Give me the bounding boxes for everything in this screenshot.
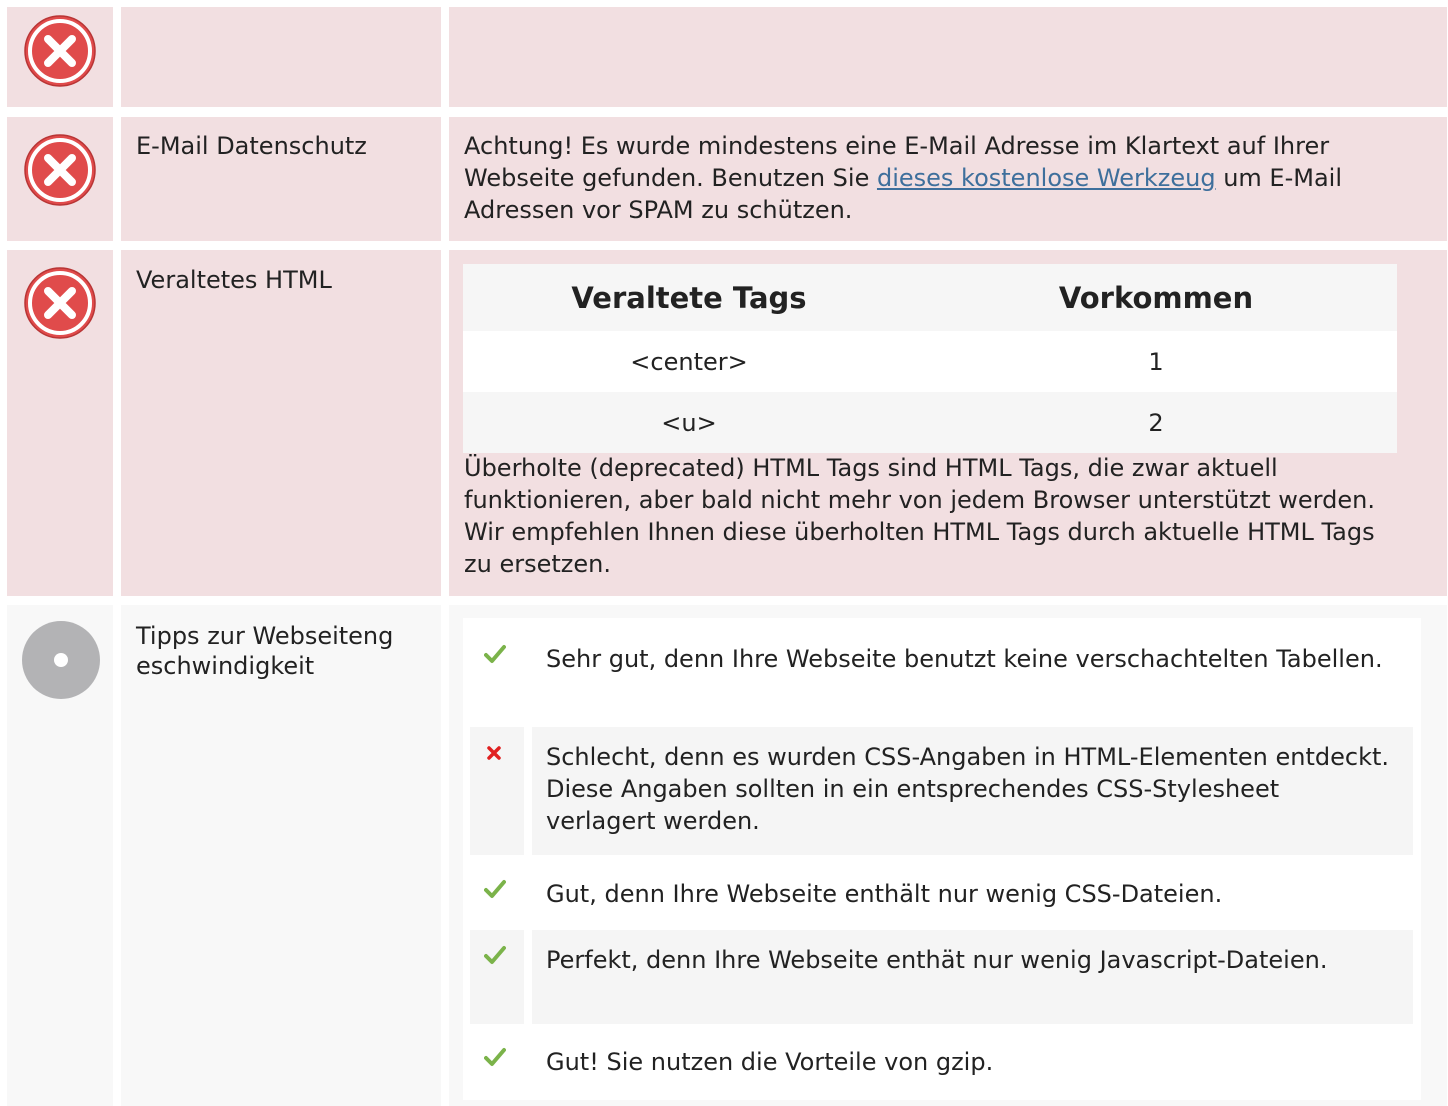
- error-circle-icon: [24, 15, 96, 87]
- table-cell: 1: [1148, 347, 1164, 376]
- check-icon: [484, 1048, 506, 1066]
- label-line: eschwindigkeit: [136, 652, 315, 680]
- table-row: <u> 2: [463, 392, 1397, 453]
- tip-text: Schlecht, denn es wurden CSS-Angaben in …: [546, 743, 1390, 835]
- table-cell: <center>: [630, 347, 748, 376]
- tip-text: Gut! Sie nutzen die Vorteile von gzip.: [546, 1048, 994, 1076]
- column-header: Vorkommen: [1058, 280, 1254, 315]
- tip-text-cell: Schlecht, denn es wurden CSS-Angaben in …: [532, 727, 1413, 855]
- row-label: E-Mail Datenschutz: [136, 132, 367, 160]
- row-label: Veraltetes HTML: [136, 266, 332, 294]
- list-item: Schlecht, denn es wurden CSS-Angaben in …: [470, 727, 1413, 855]
- tip-icon-cell: [470, 629, 524, 717]
- tip-text: Sehr gut, denn Ihre Webseite benutzt kei…: [546, 645, 1383, 673]
- deprecated-tags-table: Veraltete Tags Vorkommen <center> 1 <u> …: [463, 264, 1397, 453]
- tip-text-cell: Sehr gut, denn Ihre Webseite benutzt kei…: [532, 629, 1413, 717]
- list-item: Sehr gut, denn Ihre Webseite benutzt kei…: [470, 629, 1413, 717]
- tip-icon-cell: [470, 864, 524, 920]
- table-cell: <u>: [661, 408, 717, 437]
- tip-text-cell: Perfekt, denn Ihre Webseite enthät nur w…: [532, 930, 1413, 1024]
- check-icon: [484, 946, 506, 964]
- neutral-circle-icon: [22, 621, 100, 699]
- label-cell: [121, 7, 441, 107]
- tip-icon-cell: [470, 1032, 524, 1092]
- table-cell: 2: [1148, 408, 1164, 437]
- free-tool-link[interactable]: dieses kostenlose Werkzeug: [877, 164, 1216, 192]
- check-icon: [484, 880, 506, 898]
- list-item: Gut, denn Ihre Webseite enthält nur weni…: [470, 864, 1413, 920]
- error-circle-icon: [24, 267, 96, 339]
- list-item: Perfekt, denn Ihre Webseite enthät nur w…: [470, 930, 1413, 1024]
- table-header: Veraltete Tags Vorkommen: [463, 264, 1397, 331]
- tip-text: Perfekt, denn Ihre Webseite enthät nur w…: [546, 946, 1328, 974]
- column-header: Veraltete Tags: [571, 280, 807, 315]
- cross-icon: [487, 746, 501, 760]
- tip-icon-cell: [470, 930, 524, 1024]
- label-cell: [121, 250, 441, 596]
- description-cell: [449, 7, 1447, 107]
- row-description: Überholte (deprecated) HTML Tags sind HT…: [464, 454, 1375, 578]
- label-line: Tipps zur Webseiteng: [136, 622, 394, 650]
- row-description: Achtung! Es wurde mindestens eine E-Mail…: [464, 130, 1424, 226]
- list-item: Gut! Sie nutzen die Vorteile von gzip.: [470, 1032, 1413, 1092]
- error-circle-icon: [24, 134, 96, 206]
- tip-text: Gut, denn Ihre Webseite enthält nur weni…: [546, 880, 1223, 908]
- row-label: Tipps zur Webseiteng eschwindigkeit: [136, 621, 393, 681]
- tip-text-cell: Gut, denn Ihre Webseite enthält nur weni…: [532, 864, 1413, 920]
- tip-text-cell: Gut! Sie nutzen die Vorteile von gzip.: [532, 1032, 1413, 1092]
- check-icon: [484, 645, 506, 663]
- tip-icon-cell: [470, 727, 524, 855]
- table-row: <center> 1: [463, 331, 1397, 392]
